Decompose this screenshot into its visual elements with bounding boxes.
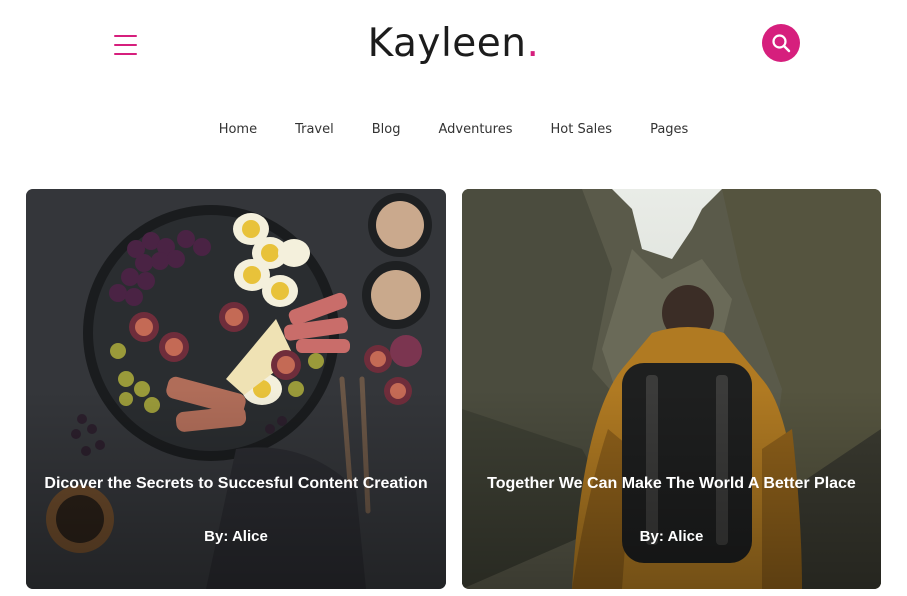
post-card[interactable]: Together We Can Make The World A Better … <box>462 189 881 589</box>
post-author[interactable]: By: Alice <box>26 528 446 545</box>
search-icon <box>772 34 791 53</box>
logo-dot: . <box>526 21 540 66</box>
nav-home[interactable]: Home <box>219 121 257 139</box>
nav-adventures[interactable]: Adventures <box>438 121 512 139</box>
nav-travel[interactable]: Travel <box>295 121 334 139</box>
nav-pages[interactable]: Pages <box>650 121 688 139</box>
logo-text: Kayleen <box>367 21 527 66</box>
nav-blog[interactable]: Blog <box>372 121 401 139</box>
post-title[interactable]: Dicover the Secrets to Succesful Content… <box>44 474 428 493</box>
site-header: Kayleen. <box>0 0 907 90</box>
main-nav: Home Travel Blog Adventures Hot Sales Pa… <box>0 121 907 139</box>
post-title[interactable]: Together We Can Make The World A Better … <box>480 474 863 493</box>
post-author[interactable]: By: Alice <box>462 528 881 545</box>
nav-hot-sales[interactable]: Hot Sales <box>551 121 613 139</box>
post-card[interactable]: Dicover the Secrets to Succesful Content… <box>26 189 446 589</box>
search-button[interactable] <box>762 24 800 62</box>
